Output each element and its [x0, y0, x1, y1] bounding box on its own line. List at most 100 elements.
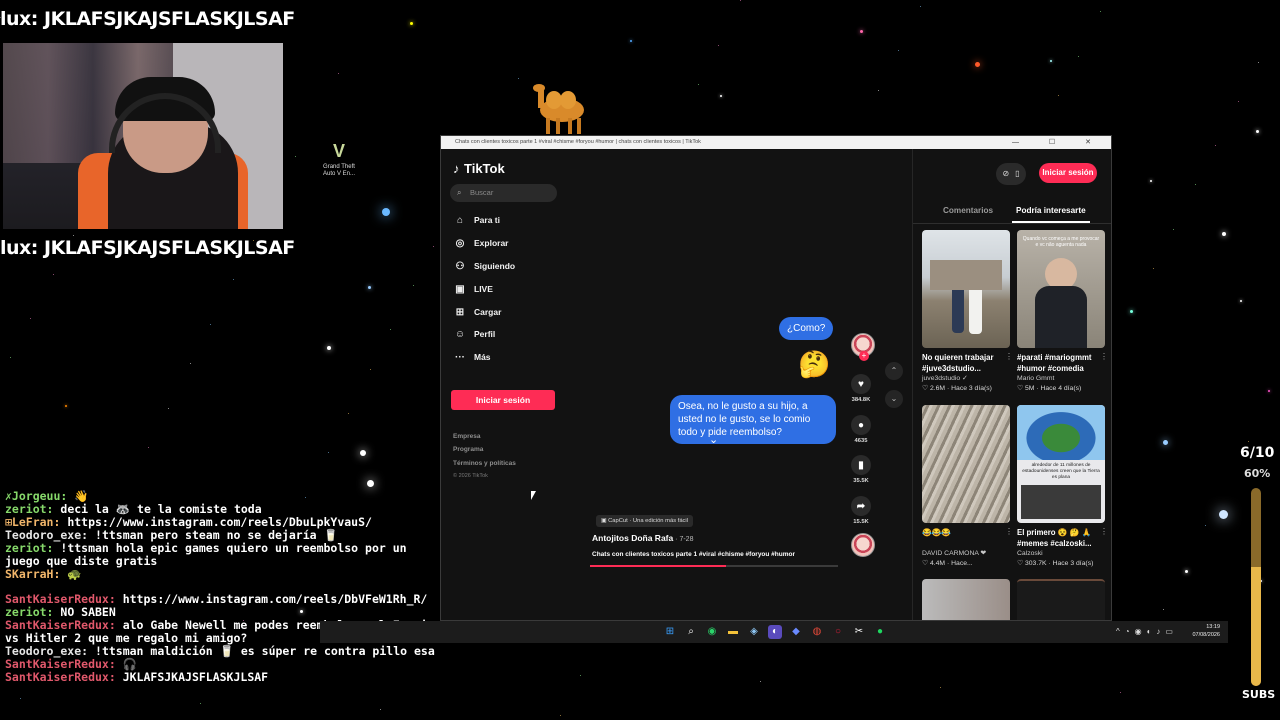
phone-icon[interactable]: ▯	[1015, 169, 1019, 178]
suggested-video-card[interactable]: alrededor de 11 millones de estadouniden…	[1017, 405, 1108, 569]
video-thumbnail[interactable]	[1017, 579, 1105, 620]
compass-small-icon[interactable]: ⊘	[1002, 169, 1009, 178]
like-action[interactable]: ♥ 384.8K	[849, 374, 873, 403]
tiktok-note-icon: ♪	[453, 161, 460, 176]
more-options-icon[interactable]: ⋮	[1005, 527, 1013, 536]
tab-comentarios[interactable]: Comentarios	[943, 206, 993, 215]
save-action[interactable]: ▮ 35.5K	[849, 455, 873, 484]
chat-text: NO SABEN	[53, 605, 116, 619]
window-titlebar[interactable]: Chats con clientes toxicos parte 1 #vira…	[441, 136, 1111, 149]
steam-icon[interactable]: ◈	[747, 625, 761, 639]
nav-item-para-ti[interactable]: ⌂ Para ti	[453, 212, 500, 228]
video-thumbnail[interactable]: alrededor de 11 millones de estadouniden…	[1017, 405, 1105, 523]
follow-plus-icon[interactable]: +	[859, 351, 869, 361]
gta-icon: V	[332, 141, 345, 161]
footer-link-terminos[interactable]: Términos y políticas	[453, 460, 516, 467]
footer-link-empresa[interactable]: Empresa	[453, 433, 480, 440]
suggested-video-card[interactable]	[1017, 579, 1105, 620]
video-progress-bar[interactable]	[590, 565, 838, 567]
tab-podria-interesarte[interactable]: Podría interesarte	[1012, 206, 1090, 223]
more-options-icon[interactable]: ⋮	[1100, 527, 1108, 536]
file-explorer-icon[interactable]: ▬	[726, 625, 740, 639]
footer-link-programa[interactable]: Programa	[453, 446, 483, 453]
chat-text: 👋	[67, 489, 89, 503]
webcam-feed	[3, 43, 283, 229]
windows-start-icon[interactable]: ⊞	[663, 625, 677, 639]
vpn-icon[interactable]: ◆	[789, 625, 803, 639]
suggested-video-card[interactable]: No quieren trabajar #juve3dstudio... juv…	[922, 230, 1013, 394]
search-icon: ⌕	[457, 188, 462, 197]
suggested-video-card[interactable]: Quando vc começa a me provocar e vc não …	[1017, 230, 1108, 394]
chat-username: SantKaiserRedux:	[5, 618, 116, 632]
video-player[interactable]: ¿Como? 🤔 Osea, no le gusto a su hijo, a …	[576, 149, 912, 620]
sound-avatar[interactable]	[851, 533, 875, 557]
comment-action[interactable]: ● 4635	[849, 415, 873, 444]
tiktok-logo[interactable]: ♪ TikTok	[453, 161, 505, 176]
more-options-icon[interactable]: ⋮	[1005, 352, 1013, 361]
right-login-button[interactable]: Iniciar sesión	[1039, 163, 1097, 183]
nav-item-perfil[interactable]: ☺ Perfil	[453, 326, 495, 342]
goal-counter: 6/10	[1240, 445, 1275, 461]
chat-username: SKarraH:	[5, 567, 61, 581]
more-icon: ···	[455, 351, 465, 363]
subs-progress-bar	[1251, 488, 1261, 686]
suggested-video-card[interactable]	[922, 579, 1010, 620]
chat-text: 🎧	[115, 657, 138, 671]
login-button[interactable]: Iniciar sesión	[451, 390, 555, 410]
scroll-down-arrow-icon[interactable]: ⌄	[709, 433, 718, 446]
creator-avatar[interactable]: +	[851, 333, 875, 361]
video-thumbnail[interactable]: Quando vc começa a me provocar e vc não …	[1017, 230, 1105, 348]
video-description: Chats con clientes toxicos parte 1 #vira…	[592, 551, 796, 558]
window-controls[interactable]: — ☐ ✕	[1012, 136, 1105, 149]
video-thumbnail[interactable]	[922, 230, 1010, 348]
following-icon: ⚇	[455, 260, 465, 272]
nav-item-mas[interactable]: ··· Más	[453, 349, 491, 365]
capcut-taskbar-icon[interactable]: ✂	[852, 625, 866, 639]
chrome-icon[interactable]: ◍	[810, 625, 824, 639]
system-tray-icons[interactable]: ^◔◉◐♪▭	[1116, 627, 1178, 636]
chat-username: ⊞LeFran:	[5, 515, 61, 529]
gta-desktop-icon[interactable]: V Grand Theft Auto V En...	[322, 140, 356, 178]
prev-video-up-icon[interactable]: ⌃	[885, 362, 903, 380]
chat-username: Teodoro_exe:	[5, 528, 89, 542]
windows-taskbar: ⊞ ⌕ ◉ ▬ ◈ ◐ ◆ ◍ ○ ✂ ● ^◔◉◐♪▭ 13:19 07/08…	[320, 621, 1228, 643]
spotify-icon[interactable]: ●	[873, 625, 887, 639]
taskbar-search-icon[interactable]: ⌕	[684, 625, 698, 639]
chat-username: SantKaiserRedux:	[5, 657, 116, 671]
chat-message: SantKaiserRedux: JKLAFSJKAJSFLASKJLSAF	[5, 671, 445, 684]
obs-icon[interactable]: ◐	[768, 625, 782, 639]
chat-message: SKarraH: 🐢	[5, 568, 445, 581]
chat-text: !ttsman maldición 🥛 es súper re contra p…	[88, 644, 435, 658]
share-icon: ➦	[851, 496, 871, 516]
next-video-down-icon[interactable]: ⌄	[885, 390, 903, 408]
video-thumbnail[interactable]	[922, 405, 1010, 523]
comment-icon: ●	[851, 415, 871, 435]
taskbar-clock[interactable]: 13:19 07/08/2026	[1192, 623, 1220, 639]
right-panel: ⊘ ▯ Iniciar sesión Comentarios Podría int…	[912, 149, 1111, 620]
video-thumbnail[interactable]	[922, 579, 1010, 620]
chat-username: Teodoro_exe:	[5, 644, 89, 658]
nav-item-cargar[interactable]: ⊞ Cargar	[453, 304, 502, 320]
whatsapp-icon[interactable]: ◉	[705, 625, 719, 639]
more-options-icon[interactable]: ⋮	[1100, 352, 1108, 361]
right-tabs: Comentarios Podría interesarte	[913, 206, 1111, 224]
chat-text: !ttsman pero steam no se dejaría 🥛	[88, 528, 338, 542]
chat-username: ✗Jorgeuu:	[5, 489, 68, 503]
upload-icon: ⊞	[455, 306, 465, 318]
nav-item-explorar[interactable]: ◎ Explorar	[453, 235, 509, 251]
thinking-emoji: 🤔	[798, 349, 831, 379]
chat-username: SantKaiserRedux:	[5, 592, 116, 606]
nav-item-siguiendo[interactable]: ⚇ Siguiendo	[453, 258, 516, 274]
nav-item-live[interactable]: ▣ LIVE	[453, 281, 493, 297]
capcut-tag[interactable]: ▣ CapCut · Una edición más fácil	[596, 515, 694, 527]
desktop-icon-label: Grand Theft Auto V En...	[322, 164, 356, 177]
goal-percent: 60%	[1244, 467, 1271, 480]
profile-icon: ☺	[454, 328, 466, 340]
share-action[interactable]: ➦ 15.5K	[849, 496, 873, 525]
chat-text: https://www.instagram.com/reels/DbVFeW1R…	[115, 592, 428, 606]
top-action-icons[interactable]: ⊘ ▯	[996, 163, 1026, 185]
opera-icon[interactable]: ○	[831, 625, 845, 639]
suggested-video-card[interactable]: 😂😂😂 DAVID CARMONA ❤ ♡ 4.4M · Hace... ⋮	[922, 405, 1013, 569]
search-input[interactable]: ⌕ Buscar	[450, 184, 557, 202]
video-author[interactable]: Antojitos Doña Rafa · 7-28	[592, 533, 693, 543]
